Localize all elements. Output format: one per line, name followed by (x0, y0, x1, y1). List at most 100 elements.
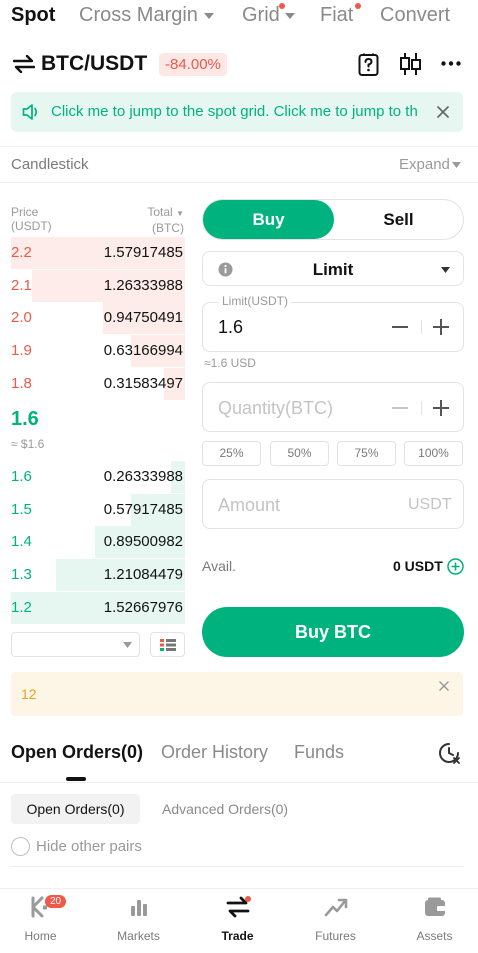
nav-markets[interactable]: Markets (91, 896, 186, 943)
tab-grid[interactable]: Grid (242, 4, 280, 27)
limit-price-label: Limit(USDT) (219, 294, 291, 308)
tab-cross-margin[interactable]: Cross Margin (79, 4, 198, 27)
bid-row[interactable]: 1.6 0.26333988 (11, 461, 185, 493)
chevron-down-icon (452, 162, 461, 168)
row-total: 0.89500982 (103, 533, 183, 551)
amount-field[interactable]: Amount USDT (202, 479, 464, 529)
price-header: Price (USDT) (11, 205, 52, 233)
ask-row[interactable]: 1.8 0.31583497 (11, 367, 185, 400)
tab-open-orders[interactable]: Open Orders(0) (11, 742, 143, 763)
limit-price-field[interactable]: Limit(USDT) 1.6 (202, 294, 464, 352)
avail-label: Avail. (202, 558, 236, 574)
order-type-select[interactable]: Limit (202, 251, 464, 286)
chart-toggle-row[interactable]: Candlestick Expand (0, 146, 478, 183)
nav-futures-label: Futures (315, 929, 356, 943)
tab-convert[interactable]: Convert (380, 4, 450, 27)
row-total: 0.26333988 (103, 468, 183, 485)
bid-row[interactable]: 1.5 0.57917485 (11, 493, 185, 526)
banner-text: Click me to jump to the spot grid. Click… (51, 103, 418, 120)
percent-100-button[interactable]: 100% (404, 441, 463, 466)
tab-funds[interactable]: Funds (294, 742, 344, 763)
chevron-down-icon (441, 267, 450, 273)
tab-spot[interactable]: Spot (11, 4, 55, 27)
subtab-advanced-orders[interactable]: Advanced Orders(0) (162, 801, 288, 817)
percent-25-button[interactable]: 25% (202, 441, 261, 466)
bid-row[interactable]: 1.3 1.21084479 (11, 559, 185, 592)
quantity-placeholder: Quantity(BTC) (218, 398, 334, 418)
row-total: 1.21084479 (103, 566, 183, 584)
tab-fiat[interactable]: Fiat (320, 4, 353, 27)
hide-pairs-label[interactable]: Hide other pairs (36, 838, 142, 855)
ask-row[interactable]: 2.1 1.26333988 (11, 269, 185, 302)
candlestick-icon[interactable] (399, 53, 422, 75)
expand-label[interactable]: Expand (399, 156, 450, 173)
row-price: 1.4 (11, 533, 32, 551)
help-doc-icon[interactable] (358, 53, 379, 76)
tab-order-history[interactable]: Order History (161, 742, 268, 763)
book-layout-icon (160, 639, 176, 651)
row-price: 1.6 (11, 468, 32, 485)
row-price: 2.0 (11, 309, 32, 327)
increment-icon[interactable] (433, 400, 449, 416)
divider (421, 320, 422, 334)
row-price: 2.1 (11, 276, 32, 294)
percent-75-button[interactable]: 75% (337, 441, 396, 466)
speaker-icon (22, 104, 40, 120)
divider (0, 782, 478, 783)
assets-icon (423, 896, 447, 918)
bid-row[interactable]: 1.2 1.52667976 (11, 591, 185, 624)
home-badge: 20 (45, 895, 67, 908)
row-price: 1.2 (11, 598, 32, 616)
increment-icon[interactable] (433, 319, 449, 335)
chevron-down-icon (123, 642, 132, 648)
precision-select[interactable] (11, 632, 140, 657)
swap-pair-icon[interactable] (13, 55, 35, 73)
ask-row[interactable]: 1.9 0.63166994 (11, 335, 185, 368)
hide-pairs-radio[interactable] (11, 837, 30, 856)
more-icon[interactable] (441, 61, 461, 66)
notification-dot (245, 896, 251, 902)
avail-value: 0 USDT (393, 558, 443, 574)
close-icon[interactable] (437, 106, 449, 118)
add-funds-icon[interactable] (447, 558, 464, 575)
chart-type-label: Candlestick (11, 156, 89, 173)
buy-btc-button[interactable]: Buy BTC (202, 607, 464, 657)
nav-markets-label: Markets (117, 929, 160, 943)
nav-assets[interactable]: Assets (387, 896, 478, 943)
chevron-down-icon (204, 13, 214, 19)
decrement-icon[interactable] (392, 407, 408, 409)
amount-unit: USDT (408, 496, 452, 513)
total-header[interactable]: Total ▼ (BTC) (128, 205, 184, 235)
row-price: 1.5 (11, 500, 32, 518)
pair-name[interactable]: BTC/USDT (41, 52, 147, 76)
bid-row[interactable]: 1.4 0.89500982 (11, 526, 185, 559)
last-price: 1.6 (11, 408, 39, 430)
futures-icon (324, 896, 348, 918)
divider (421, 401, 422, 415)
percent-50-button[interactable]: 50% (270, 441, 329, 466)
book-layout-button[interactable] (150, 632, 185, 657)
row-total: 0.94750491 (103, 309, 183, 327)
active-tab-indicator (66, 777, 86, 781)
nav-trade[interactable]: Trade (190, 896, 285, 943)
announcement-banner[interactable]: Click me to jump to the spot grid. Click… (11, 92, 463, 132)
buy-tab[interactable]: Buy (203, 200, 334, 239)
history-icon[interactable] (436, 740, 462, 766)
decrement-icon[interactable] (392, 326, 408, 328)
ask-row[interactable]: 2.0 0.94750491 (11, 302, 185, 335)
subtab-open-orders[interactable]: Open Orders(0) (11, 794, 140, 824)
close-icon[interactable] (439, 681, 449, 691)
nav-home[interactable]: 20 Home (0, 895, 88, 943)
ask-row[interactable]: 2.2 1.57917485 (11, 237, 185, 269)
amount-placeholder: Amount (218, 495, 281, 515)
nav-futures[interactable]: Futures (288, 896, 383, 943)
markets-icon (128, 896, 150, 918)
limit-price-value[interactable]: 1.6 (218, 317, 243, 338)
row-price: 1.8 (11, 374, 32, 392)
sell-tab[interactable]: Sell (334, 200, 463, 239)
row-total: 1.26333988 (103, 276, 183, 294)
row-price: 1.9 (11, 342, 32, 360)
chevron-down-icon (285, 13, 295, 19)
quantity-field[interactable]: Quantity(BTC) (202, 382, 464, 432)
nav-assets-label: Assets (416, 929, 453, 943)
